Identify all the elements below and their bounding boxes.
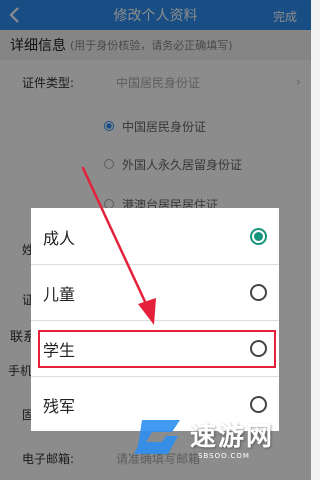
passenger-type-dialog: 成人 儿童 学生 残军	[31, 208, 279, 431]
highlight-box	[38, 330, 276, 368]
option-label: 儿童	[43, 284, 76, 304]
logo-text: 速游网	[190, 422, 275, 452]
option-label: 成人	[43, 228, 76, 248]
option-adult[interactable]: 成人	[31, 209, 279, 264]
logo-mark-icon	[134, 420, 180, 454]
watermark-logo: 速游网 SBSOO.COM	[128, 408, 311, 480]
logo-subtext: SBSOO.COM	[198, 452, 250, 460]
option-label: 残军	[43, 396, 76, 416]
radio-icon[interactable]	[250, 284, 267, 301]
option-child[interactable]: 儿童	[31, 265, 279, 320]
radio-selected-icon[interactable]	[250, 228, 267, 245]
